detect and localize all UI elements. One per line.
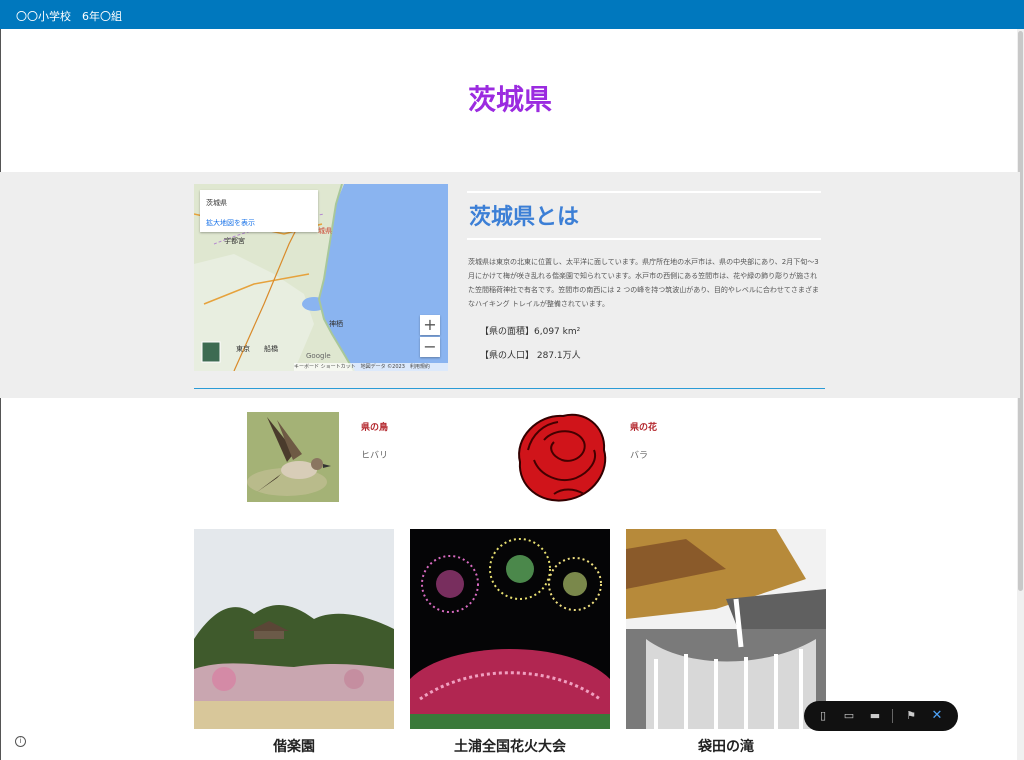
map-label-utsunomiya: 宇都宮	[224, 237, 245, 245]
section-divider	[194, 388, 825, 389]
caption-kairakuen: 偕楽園	[273, 739, 315, 755]
rose-illustration	[514, 410, 612, 504]
map-place-name: 茨城県	[206, 199, 227, 207]
caption-fukuroda: 袋田の滝	[698, 739, 754, 755]
close-icon[interactable]: ✕	[928, 707, 946, 725]
zoom-out-button[interactable]: −	[420, 337, 440, 357]
device-preview-toolbar: ▯ ▭ ▬ ⚑ ✕	[804, 701, 958, 731]
area-fact: 【県の面積】6,097 km²	[480, 327, 581, 337]
fireworks-photo	[410, 529, 610, 729]
embedded-map[interactable]: 茨城県 拡大地図を表示 宇都宮 東京 船橋 神栖 城県 + − Google キ…	[194, 184, 448, 371]
map-attribution[interactable]: キーボード ショートカット 地図データ ©2023 利用規約	[294, 363, 448, 371]
feedback-icon[interactable]: ⚑	[902, 707, 920, 725]
title-rule-top	[467, 191, 821, 193]
tablet-icon[interactable]: ▭	[840, 707, 858, 725]
map-label-tokyo: 東京	[236, 345, 250, 353]
school-name[interactable]: 〇〇小学校 6年〇組	[16, 8, 122, 24]
map-label-ibaraki: 城県	[318, 227, 332, 235]
page-title: 茨城県	[467, 83, 552, 116]
laptop-icon[interactable]: ▬	[866, 707, 884, 725]
enlarge-map-link[interactable]: 拡大地図を表示	[206, 218, 255, 228]
caption-fireworks: 土浦全国花火大会	[454, 739, 566, 755]
toolbar-divider	[892, 709, 893, 723]
prefectural-flower-name: バラ	[630, 451, 649, 461]
title-rule-bottom	[467, 238, 821, 240]
fukuroda-falls-photo	[626, 529, 826, 729]
map-label-kamisu: 神栖	[329, 320, 343, 328]
zoom-in-button[interactable]: +	[420, 315, 440, 335]
prefectural-bird-name: ヒバリ	[361, 451, 389, 461]
kairakuen-photo	[194, 529, 394, 729]
map-info-card: 茨城県 拡大地図を表示	[200, 190, 318, 232]
prefectural-bird-heading: 県の鳥	[361, 423, 389, 433]
info-icon[interactable]: i	[15, 736, 26, 747]
map-label-funabashi: 船橋	[264, 345, 278, 353]
google-logo: Google	[306, 352, 331, 360]
prefectural-flower-heading: 県の花	[630, 423, 658, 433]
population-fact: 【県の人口】 287.1万人	[480, 351, 581, 361]
bird-photo	[247, 412, 339, 502]
prefecture-description: 茨城県は東京の北東に位置し、太平洋に面しています。県庁所在地の水戸市は、県の中央…	[468, 258, 819, 308]
section-title: 茨城県とは	[469, 205, 580, 230]
site-header: 〇〇小学校 6年〇組	[0, 0, 1024, 29]
phone-icon[interactable]: ▯	[814, 707, 832, 725]
